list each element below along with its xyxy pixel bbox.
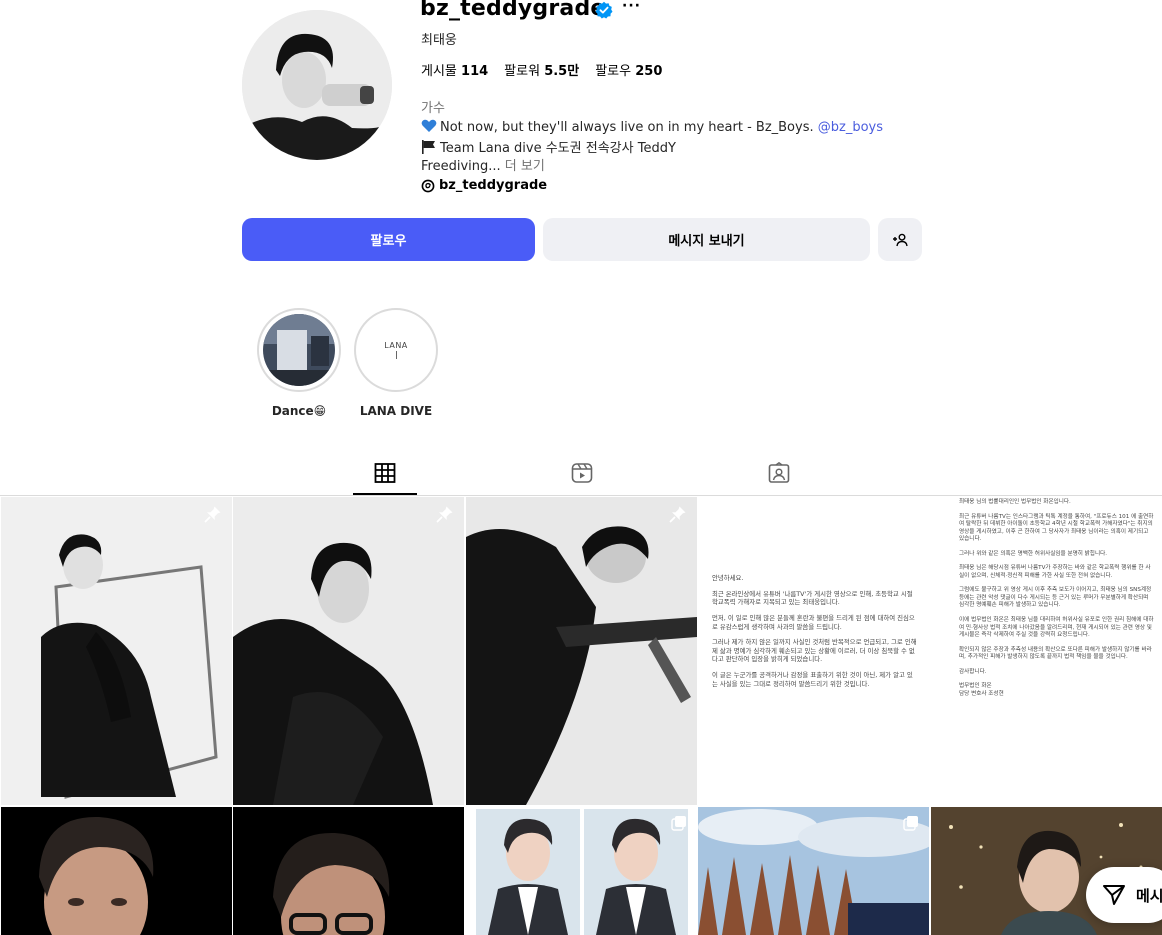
blue-heart-icon [421, 119, 437, 132]
highlight-lana-cover: LANA [360, 314, 432, 386]
notice-left-p4: 그러나 제가 하지 않은 일까지 사실인 것처럼 반복적으로 언급되고, 그로 … [712, 638, 917, 664]
verified-badge-icon [595, 1, 613, 19]
highlight-lana-label: LANA DIVE [359, 404, 433, 418]
tagged-icon [768, 461, 790, 483]
followers-label: 팔로워 [504, 64, 541, 79]
bio-more-link[interactable]: 더 보기 [505, 159, 545, 174]
notice-left-p5: 이 글은 누군가를 공격하거나 감정을 표출하기 위한 것이 아닌, 제가 알고… [712, 671, 913, 688]
post-tile-9[interactable] [698, 807, 929, 935]
bio-line-1: Not now, but they'll always live on in m… [421, 119, 883, 135]
lana-logo-text: LANA [384, 341, 408, 350]
messages-floating-button[interactable]: 메시 [1086, 867, 1162, 923]
pinned-icon [436, 506, 453, 523]
carousel-icon [903, 816, 918, 831]
post-7-photo [233, 807, 464, 935]
bio-line-1-text: Not now, but they'll always live on in m… [440, 120, 814, 135]
notice-document-left: 안녕하세요. 최근 온라인상에서 유튜버 '나름TV'가 게시한 영상으로 인해… [712, 574, 918, 695]
suggested-accounts-button[interactable] [878, 218, 922, 261]
pinned-icon [669, 506, 686, 523]
notice-right-p10: 담당 변호사 조성현 [959, 690, 1004, 697]
posts-value: 114 [461, 64, 489, 79]
bio-line-3-text: Freediving... [421, 159, 501, 174]
highlight-lana-ring: LANA [354, 308, 438, 392]
profile-full-name: 최태웅 [421, 33, 457, 48]
send-icon [1103, 885, 1125, 905]
notice-right-p4: 최태웅 님은 해당시점 유튜버 나름TV가 주장하는 바와 같은 학교폭력 행위… [959, 565, 1151, 579]
notice-document-right: 최태웅 님의 법률대리인인 법무법인 화온입니다. 최근 유튜버 나름TV는 인… [959, 499, 1155, 705]
followers-value: 5.5만 [544, 64, 580, 79]
profile-username: bz_teddygrade [420, 0, 606, 21]
post-tile-7[interactable] [233, 807, 464, 935]
threads-link[interactable]: bz_teddygrade [421, 178, 547, 193]
profile-avatar[interactable] [242, 10, 392, 160]
notice-right-p9: 법무법인 화온 [959, 683, 992, 690]
notice-right-p1: 최태웅 님의 법률대리인인 법무법인 화온입니다. [959, 499, 1071, 505]
message-button[interactable]: 메시지 보내기 [543, 218, 870, 261]
posts-label: 게시물 [421, 64, 457, 79]
active-tab-indicator [353, 493, 417, 495]
post-tile-6[interactable] [1, 807, 232, 935]
highlight-dance-cover [263, 314, 335, 386]
following-label: 팔로우 [595, 64, 632, 79]
bio-line-3: Freediving... 더 보기 [421, 155, 545, 174]
post-8-photo [466, 807, 697, 935]
post-tile-3[interactable] [466, 497, 697, 805]
following-value: 250 [635, 64, 663, 79]
notice-right-p7: 확인되지 않은 주장과 추측성 내용의 확산으로 또다른 피해가 발생하지 않기… [959, 646, 1152, 661]
following-count[interactable]: 팔로우 250 [595, 60, 662, 79]
notice-left-p1: 안녕하세요. [712, 574, 744, 582]
notice-right-p6: 이에 법무법인 화온은 최태웅 님을 대리하여 허위사실 유포로 인한 권리 침… [959, 617, 1154, 639]
bio-line-2-text: Team Lana dive 수도권 전속강사 TeddY [440, 141, 676, 156]
post-tile-5[interactable]: 최태웅 님의 법률대리인인 법무법인 화온입니다. 최근 유튜버 나름TV는 인… [931, 497, 1162, 805]
followers-count[interactable]: 팔로워 5.5만 [504, 60, 579, 79]
tab-reels[interactable] [571, 463, 593, 487]
notice-right-p5: 그럼에도 불구하고 위 영상 게시 이후 추측 보도가 이어지고, 최태웅 님의… [959, 587, 1152, 609]
post-tile-1[interactable] [1, 497, 232, 805]
threads-icon [421, 179, 435, 192]
black-flag-icon [422, 140, 435, 154]
post-tile-8[interactable] [466, 807, 697, 935]
bio-mention-link[interactable]: @bz_boys [818, 120, 883, 135]
grid-icon [374, 463, 396, 483]
notice-left-p2: 최근 온라인상에서 유튜버 '나름TV'가 게시한 영상으로 인해, 초등학교 … [712, 589, 913, 607]
notice-right-p8: 감사합니다. [959, 668, 987, 675]
post-2-photo [233, 497, 464, 805]
post-9-photo [698, 807, 929, 935]
highlight-dance-label: Dance😁 [271, 404, 327, 418]
notice-right-p2: 최근 유튜버 나름TV는 인스타그램과 틱톡 계정을 통하여, "프로듀스 10… [959, 513, 1154, 543]
profile-category: 가수 [421, 101, 445, 116]
notice-right-p3: 그러나 위와 같은 의혹은 명백한 허위사실임을 분명히 밝힙니다. [959, 550, 1108, 557]
post-1-photo [1, 497, 232, 805]
reels-icon [571, 463, 593, 483]
post-3-photo [466, 497, 697, 805]
tab-tagged[interactable] [768, 461, 790, 488]
more-options-icon[interactable]: ··· [622, 0, 641, 14]
posts-count: 게시물 114 [421, 60, 488, 79]
carousel-icon [671, 816, 686, 831]
add-person-icon [893, 233, 908, 246]
pinned-icon [204, 506, 221, 523]
follow-button[interactable]: 팔로우 [242, 218, 535, 261]
profile-stats: 게시물 114 팔로워 5.5만 팔로우 250 [421, 60, 662, 79]
messages-label: 메시 [1136, 886, 1162, 905]
notice-left-p3: 먼저, 이 일로 인해 많은 분들께 혼란과 불편을 드리게 된 점에 대하여 … [712, 613, 915, 631]
tab-posts[interactable] [374, 463, 396, 487]
highlight-lana-dive[interactable]: LANA [354, 308, 438, 392]
post-tile-2[interactable] [233, 497, 464, 805]
lana-logo-mark [395, 351, 397, 359]
highlight-dance-ring [257, 308, 341, 392]
tab-divider [0, 495, 1162, 496]
highlight-dance[interactable] [257, 308, 341, 392]
threads-handle: bz_teddygrade [439, 178, 548, 193]
post-6-photo [1, 807, 232, 935]
bio-line-2: Team Lana dive 수도권 전속강사 TeddY [421, 137, 676, 156]
post-tile-4[interactable]: 안녕하세요. 최근 온라인상에서 유튜버 '나름TV'가 게시한 영상으로 인해… [698, 497, 929, 805]
